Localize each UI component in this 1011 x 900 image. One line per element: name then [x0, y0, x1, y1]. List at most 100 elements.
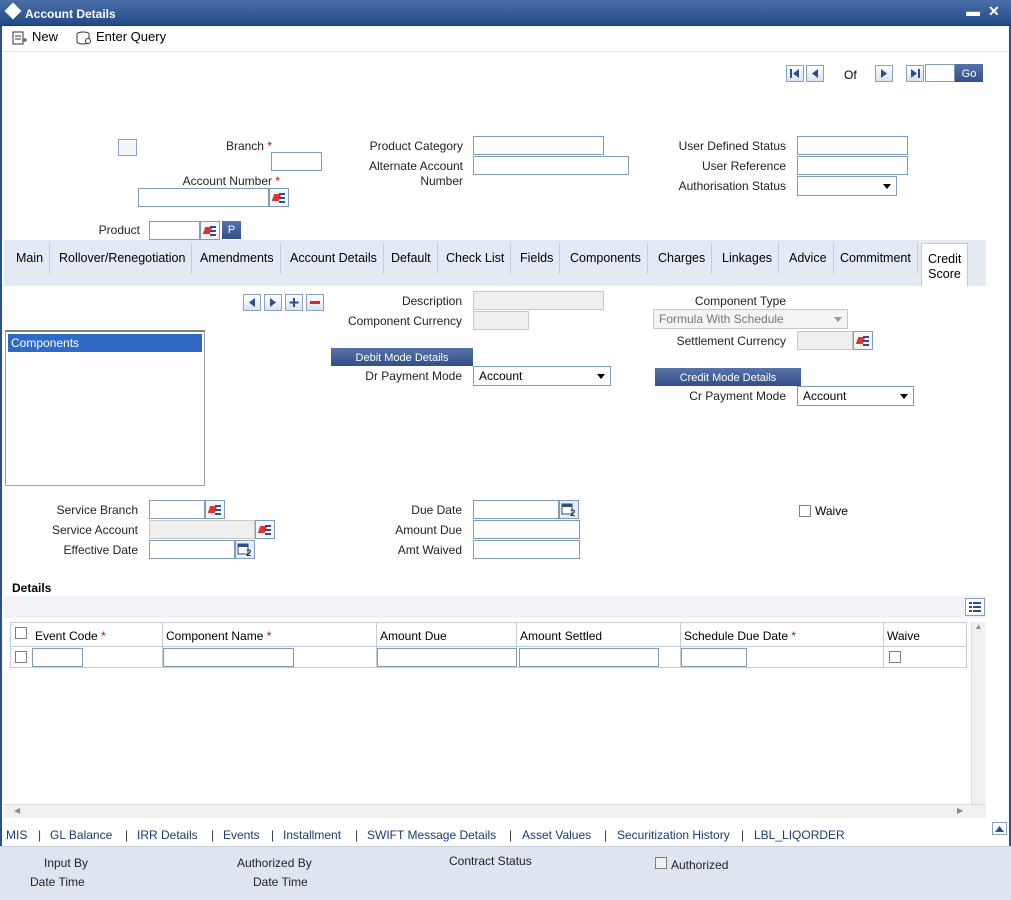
link-asset-values[interactable]: Asset Values: [522, 828, 591, 842]
go-button[interactable]: Go: [955, 64, 983, 82]
audit-icon[interactable]: [118, 139, 137, 156]
product-category-label: Product Category: [369, 139, 463, 153]
link-gl-balance[interactable]: GL Balance: [50, 828, 112, 842]
amount-settled-input[interactable]: [519, 648, 659, 667]
settlement-currency-label: Settlement Currency: [676, 334, 786, 348]
minimize-icon[interactable]: ▬: [966, 3, 980, 19]
product-input[interactable]: [149, 221, 200, 240]
delete-row-button[interactable]: [306, 294, 324, 311]
row-waive-checkbox[interactable]: [889, 651, 901, 663]
alternate-account-input[interactable]: [473, 156, 629, 175]
waive-checkbox[interactable]: [799, 505, 811, 517]
footer-links: MIS | GL Balance | IRR Details | Events …: [4, 824, 988, 846]
settlement-currency-lov-icon[interactable]: [853, 331, 873, 350]
first-record-button[interactable]: [786, 65, 804, 82]
svg-text:2: 2: [246, 549, 252, 558]
close-icon[interactable]: ✕: [988, 3, 1000, 20]
tab-amendments[interactable]: Amendments: [194, 243, 281, 274]
new-button[interactable]: New: [12, 29, 58, 45]
branch-input[interactable]: [271, 152, 322, 171]
product-p-button[interactable]: P: [222, 221, 241, 239]
link-separator: |: [38, 828, 42, 842]
account-number-input[interactable]: [138, 188, 269, 207]
authorisation-status-select[interactable]: [797, 176, 897, 196]
table-divider: [10, 646, 967, 647]
effective-date-input[interactable]: [149, 540, 235, 559]
last-record-button[interactable]: [906, 65, 924, 82]
tab-account-details[interactable]: Account Details: [284, 243, 384, 274]
component-currency-label: Component Currency: [347, 314, 462, 328]
tab-rollover[interactable]: Rollover/Renegotiation: [53, 243, 193, 274]
tab-components[interactable]: Components: [564, 243, 648, 274]
component-type-value: Formula With Schedule: [659, 312, 784, 326]
scroll-right-icon[interactable]: ▶: [957, 806, 963, 815]
service-branch-lov-icon[interactable]: [205, 500, 225, 519]
tab-credit-score[interactable]: Credit Score: [921, 243, 968, 286]
collapse-icon[interactable]: [992, 822, 1007, 835]
authorized-checkbox[interactable]: [655, 857, 667, 869]
amt-waived-input[interactable]: [473, 540, 580, 559]
link-irr-details[interactable]: IRR Details: [137, 828, 198, 842]
credit-mode-details-button[interactable]: Credit Mode Details: [655, 368, 801, 386]
cr-payment-mode-value: Account: [803, 389, 847, 403]
tab-charges[interactable]: Charges: [652, 243, 713, 274]
amount-due-cell-input[interactable]: [377, 648, 517, 667]
select-all-checkbox[interactable]: [15, 627, 27, 639]
due-date-input[interactable]: [473, 500, 559, 519]
enter-query-button[interactable]: Enter Query: [76, 29, 166, 45]
service-account-lov-icon[interactable]: [255, 520, 275, 539]
product-category-input[interactable]: [473, 136, 604, 155]
link-lbl-liqorder[interactable]: LBL_LIQORDER: [754, 828, 845, 842]
tab-default[interactable]: Default: [385, 243, 438, 274]
calendar-icon[interactable]: 2: [559, 500, 579, 519]
tab-commitment[interactable]: Commitment: [834, 243, 918, 274]
product-lov-icon[interactable]: [200, 221, 220, 240]
cr-payment-mode-label: Cr Payment Mode: [689, 389, 786, 403]
tab-fields[interactable]: Fields: [514, 243, 561, 274]
user-reference-input[interactable]: [797, 156, 908, 175]
link-swift-message-details[interactable]: SWIFT Message Details: [367, 828, 496, 842]
scroll-left-icon[interactable]: ◀: [14, 806, 20, 815]
service-account-input[interactable]: [149, 520, 255, 539]
calendar-icon[interactable]: 2: [235, 540, 255, 559]
link-separator: |: [741, 828, 745, 842]
component-name-input[interactable]: [163, 648, 294, 667]
horizontal-scrollbar[interactable]: ◀ ▶: [4, 804, 986, 818]
event-code-input[interactable]: [32, 648, 83, 667]
next-record-button[interactable]: [875, 65, 893, 82]
debit-mode-details-button[interactable]: Debit Mode Details: [331, 348, 473, 366]
new-icon: [12, 31, 28, 45]
account-number-lov-icon[interactable]: [269, 188, 289, 207]
dr-payment-mode-select[interactable]: Account: [473, 366, 611, 386]
link-securitization-history[interactable]: Securitization History: [617, 828, 730, 842]
page-number-input[interactable]: [925, 64, 955, 82]
schedule-due-date-input[interactable]: [681, 648, 747, 667]
component-type-select[interactable]: Formula With Schedule: [653, 309, 848, 329]
tab-linkages[interactable]: Linkages: [716, 243, 780, 274]
list-item[interactable]: Components: [8, 334, 202, 352]
add-row-button[interactable]: [285, 294, 303, 311]
service-branch-input[interactable]: [149, 500, 205, 519]
description-input[interactable]: [473, 291, 604, 310]
user-defined-status-input[interactable]: [797, 136, 908, 155]
grid-settings-icon[interactable]: [965, 598, 985, 616]
component-currency-input[interactable]: [473, 311, 529, 330]
link-installment[interactable]: Installment: [283, 828, 341, 842]
components-list[interactable]: Components: [5, 330, 205, 486]
scroll-up-icon[interactable]: ▲: [972, 622, 985, 631]
amount-due-input[interactable]: [473, 520, 580, 539]
row-checkbox[interactable]: [15, 651, 27, 663]
previous-row-button[interactable]: [243, 294, 261, 311]
settlement-currency-input[interactable]: [797, 331, 853, 350]
cr-payment-mode-select[interactable]: Account: [797, 386, 914, 406]
vertical-scrollbar[interactable]: ▲: [971, 622, 985, 804]
link-events[interactable]: Events: [223, 828, 260, 842]
tab-main[interactable]: Main: [10, 243, 51, 274]
window-title: Account Details: [25, 7, 116, 21]
next-row-button[interactable]: [264, 294, 282, 311]
link-mis[interactable]: MIS: [6, 828, 27, 842]
previous-record-button[interactable]: [806, 65, 824, 82]
tab-advice[interactable]: Advice: [783, 243, 834, 274]
tab-check-list[interactable]: Check List: [440, 243, 512, 274]
input-by-label: Input By: [44, 856, 89, 870]
